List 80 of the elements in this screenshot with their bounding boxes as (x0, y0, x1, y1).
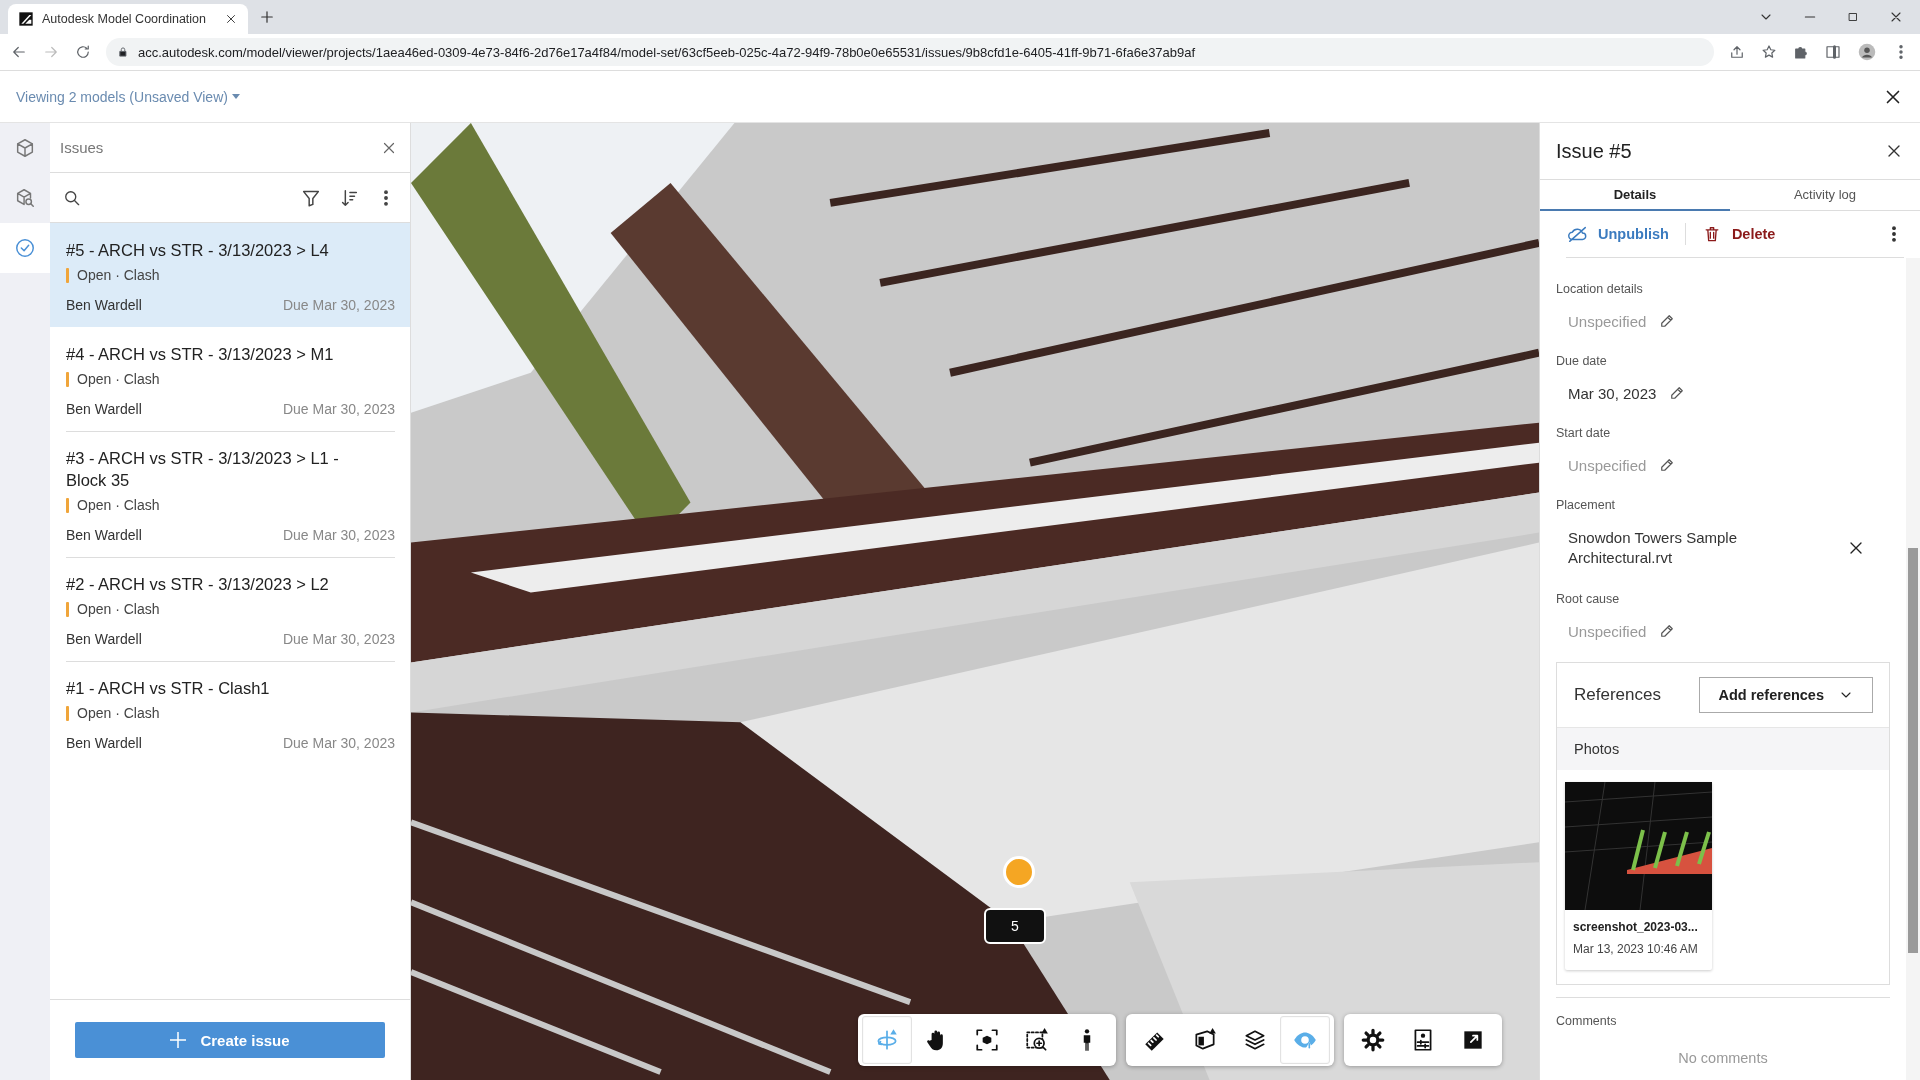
caret-icon (231, 93, 240, 100)
photos-section-header: Photos (1557, 728, 1889, 770)
photo-name: screenshot_2023-03... (1572, 919, 1699, 934)
field-value: Snowdon Towers Sample Architectural.rvt (1568, 528, 1738, 568)
side-panel-icon[interactable] (1824, 43, 1842, 61)
share-icon[interactable] (1728, 43, 1746, 61)
issue-title: #5 - ARCH vs STR - 3/13/2023 > L4 (66, 240, 330, 261)
reload-icon[interactable] (74, 43, 92, 61)
tab[interactable]: Details (1540, 180, 1730, 211)
field-label: Location details (1556, 282, 1644, 296)
field-value: Unspecified (1568, 622, 1647, 640)
status-bar (66, 267, 69, 283)
issue-title: #3 - ARCH vs STR - 3/13/2023 > L1 - Block 35 (66, 448, 340, 491)
fit-view-icon (974, 1027, 1000, 1053)
photo-card[interactable]: screenshot_2023-03... Mar 13, 2023 10:46 AM (1565, 782, 1712, 970)
status-bar (66, 371, 69, 387)
photo-date: Mar 13, 2023 10:46 AM (1572, 941, 1699, 958)
field-value: Mar 30, 2023 (1568, 384, 1657, 402)
comments-label: Comments (1556, 1014, 1618, 1028)
scrollbar[interactable] (1906, 258, 1920, 1080)
issue-assignee: Ben Wardell (66, 401, 142, 417)
new-tab-icon[interactable] (258, 8, 276, 26)
issue-status: Open · Clash (77, 371, 160, 387)
tab-title: Autodesk Model Coordination (42, 12, 207, 26)
pin-label[interactable]: 5 (984, 908, 1046, 944)
issue-item[interactable]: #1 - ARCH vs STR - Clash1 Open · Clash Ben Wardell Due Mar 30, 2023 (50, 661, 410, 765)
field-label: Start date (1556, 426, 1612, 440)
settings-icon (1360, 1027, 1386, 1053)
field-label: Due date (1556, 354, 1608, 368)
issue-item[interactable]: #3 - ARCH vs STR - 3/13/2023 > L1 - Block 35 Open · Clash Ben Wardell Due Mar 30, 2023 (50, 431, 410, 557)
issue-status: Open · Clash (77, 267, 160, 283)
rail-item[interactable] (0, 223, 50, 273)
issue-item[interactable]: #2 - ARCH vs STR - 3/13/2023 > L2 Open · Clash Ben Wardell Due Mar 30, 2023 (50, 557, 410, 661)
address-bar[interactable]: acc.autodesk.com/model/viewer/projects/1aea46ed-0309-4e73-84f6-2d76e17a4f84/model-set/63cf5eeb-025c-4a72-94f9-78b0e0e65531/issues/9b8cfd1e-6405-41ff-9b71-6fa6e37ab9af (106, 38, 1714, 66)
panel-title: Issues (60, 139, 105, 156)
issue-title: #2 - ARCH vs STR - 3/13/2023 > L2 (66, 574, 330, 595)
issue-due-date: Due Mar 30, 2023 (282, 735, 395, 751)
star-icon[interactable] (1760, 43, 1778, 61)
zoom-window-icon (1024, 1027, 1050, 1053)
maximize-icon[interactable] (1846, 10, 1860, 24)
delete-button[interactable]: Delete (1701, 224, 1776, 244)
issue-assignee: Ben Wardell (66, 735, 142, 751)
profile-icon[interactable] (1856, 41, 1878, 63)
view-selector[interactable]: Viewing 2 models (Unsaved View) (16, 88, 240, 105)
issue-item[interactable]: #5 - ARCH vs STR - 3/13/2023 > L4 Open · Clash Ben Wardell Due Mar 30, 2023 (50, 223, 410, 327)
close-icon[interactable] (224, 12, 238, 26)
issue-due-date: Due Mar 30, 2023 (282, 631, 395, 647)
issue-assignee: Ben Wardell (66, 631, 142, 647)
field-label: Placement (1556, 498, 1617, 512)
cube-search-icon (14, 187, 36, 209)
issue-status: Open · Clash (77, 705, 160, 721)
issue-title: Issue #5 (1556, 139, 1632, 163)
field-label: Root cause (1556, 592, 1621, 606)
status-bar (66, 497, 69, 513)
field-value: Unspecified (1568, 312, 1647, 330)
lock-icon (116, 45, 130, 59)
references-title: References (1574, 685, 1661, 705)
issue-status: Open · Clash (77, 601, 160, 617)
issue-due-date: Due Mar 30, 2023 (282, 297, 395, 313)
issue-title: #4 - ARCH vs STR - 3/13/2023 > M1 (66, 344, 335, 365)
status-bar (66, 705, 69, 721)
field-value: Unspecified (1568, 456, 1647, 474)
app-logo-icon (18, 11, 34, 27)
issue-status: Open · Clash (77, 497, 160, 513)
url-text: acc.autodesk.com/model/viewer/projects/1aea46ed-0309-4e73-84f6-2d76e17a4f84/model-set/63cf5eeb-025c-4a72-94f9-78b0e0e65531/issues/9b8cfd1e-6405-41ff-9b71-6fa6e37ab9af (138, 44, 1196, 60)
issue-due-date: Due Mar 30, 2023 (282, 527, 395, 543)
issue-assignee: Ben Wardell (66, 297, 142, 313)
browser-tab[interactable]: Autodesk Model Coordination (8, 4, 248, 34)
issue-due-date: Due Mar 30, 2023 (282, 401, 395, 417)
issue-title: #1 - ARCH vs STR - Clash1 (66, 678, 271, 699)
empty-comments-text: No comments (1677, 1050, 1769, 1066)
issue-item[interactable]: #4 - ARCH vs STR - 3/13/2023 > M1 Open · Clash Ben Wardell Due Mar 30, 2023 (50, 327, 410, 431)
check-circle-icon (14, 237, 36, 259)
cube-icon (14, 137, 36, 159)
add-references-button[interactable]: Add references (1699, 677, 1873, 713)
tab[interactable]: Activity log (1730, 180, 1920, 211)
issue-assignee: Ben Wardell (66, 527, 142, 543)
plus-icon (170, 1032, 187, 1048)
unpublish-button[interactable]: Unpublish (1566, 223, 1669, 245)
status-bar (66, 601, 69, 617)
